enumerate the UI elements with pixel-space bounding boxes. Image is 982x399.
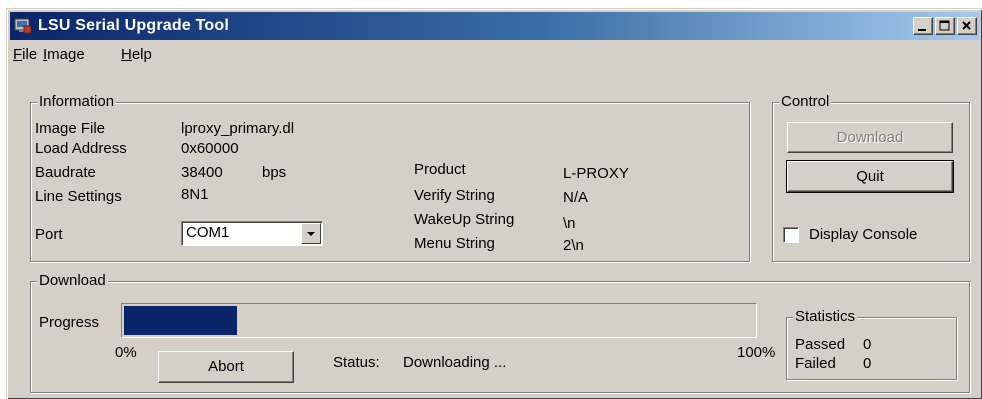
verify-string-label: Verify String (414, 187, 495, 204)
dropdown-arrow-icon (307, 232, 315, 236)
information-group-label: Information (37, 93, 117, 111)
status-label: Status: (333, 354, 380, 371)
failed-value: 0 (863, 355, 872, 372)
progress-bar-fill (124, 306, 237, 335)
maximize-icon (939, 20, 950, 31)
app-icon[interactable] (14, 17, 32, 35)
statistics-group: Statistics Passed 0 Failed 0 (786, 308, 957, 380)
line-settings-value: 8N1 (181, 186, 209, 203)
status-value: Downloading ... (403, 354, 507, 371)
download-group-label: Download (37, 272, 108, 290)
baudrate-value: 38400 (181, 164, 223, 181)
menu-image[interactable]: Image (43, 44, 85, 66)
image-file-label: Image File (35, 120, 106, 137)
app-window: LSU Serial Upgrade Tool File Image Help … (6, 8, 982, 399)
progress-bar (121, 303, 757, 338)
port-select-value: COM1 (186, 224, 230, 241)
wakeup-string-value: \n (563, 215, 576, 232)
minimize-button[interactable] (913, 17, 933, 35)
title-bar[interactable]: LSU Serial Upgrade Tool (10, 12, 980, 40)
window-title: LSU Serial Upgrade Tool (38, 17, 229, 34)
load-address-label: Load Address (35, 140, 127, 157)
line-settings-label: Line Settings (35, 188, 122, 205)
product-value: L-PROXY (563, 165, 629, 182)
wakeup-string-label: WakeUp String (414, 211, 515, 228)
quit-button[interactable]: Quit (786, 160, 954, 193)
progress-max-label: 100% (737, 344, 776, 361)
abort-button[interactable]: Abort (158, 351, 294, 383)
information-group: Information Image File lproxy_primary.dl… (30, 93, 750, 262)
download-button[interactable]: Download (787, 122, 953, 153)
statistics-group-label: Statistics (793, 308, 858, 326)
failed-label: Failed (795, 355, 836, 372)
menu-string-label: Menu String (414, 235, 495, 252)
passed-label: Passed (795, 336, 846, 353)
progress-label: Progress (39, 314, 100, 331)
maximize-button[interactable] (935, 17, 955, 35)
display-console-label[interactable]: Display Console (809, 226, 917, 244)
control-group: Control Download Quit Display Console (772, 93, 970, 262)
port-select[interactable]: COM1 (181, 221, 323, 246)
display-console-checkbox[interactable] (783, 227, 799, 243)
close-button[interactable] (957, 17, 977, 35)
control-group-label: Control (779, 93, 832, 111)
port-label: Port (35, 226, 63, 243)
baudrate-label: Baudrate (35, 164, 96, 181)
baudrate-unit: bps (262, 164, 287, 181)
download-group: Download Progress 0% 100% Abort Status: … (30, 272, 970, 393)
image-file-value: lproxy_primary.dl (181, 120, 295, 137)
menu-file[interactable]: File (13, 44, 37, 66)
product-label: Product (414, 161, 466, 178)
progress-min-label: 0% (115, 344, 137, 361)
load-address-value: 0x60000 (181, 140, 239, 157)
menu-help[interactable]: Help (121, 44, 152, 66)
verify-string-value: N/A (563, 189, 589, 206)
close-icon (962, 21, 971, 30)
minimize-icon (918, 29, 926, 31)
passed-value: 0 (863, 336, 872, 353)
menu-string-value: 2\n (563, 237, 584, 254)
port-dropdown-button[interactable] (301, 223, 321, 244)
